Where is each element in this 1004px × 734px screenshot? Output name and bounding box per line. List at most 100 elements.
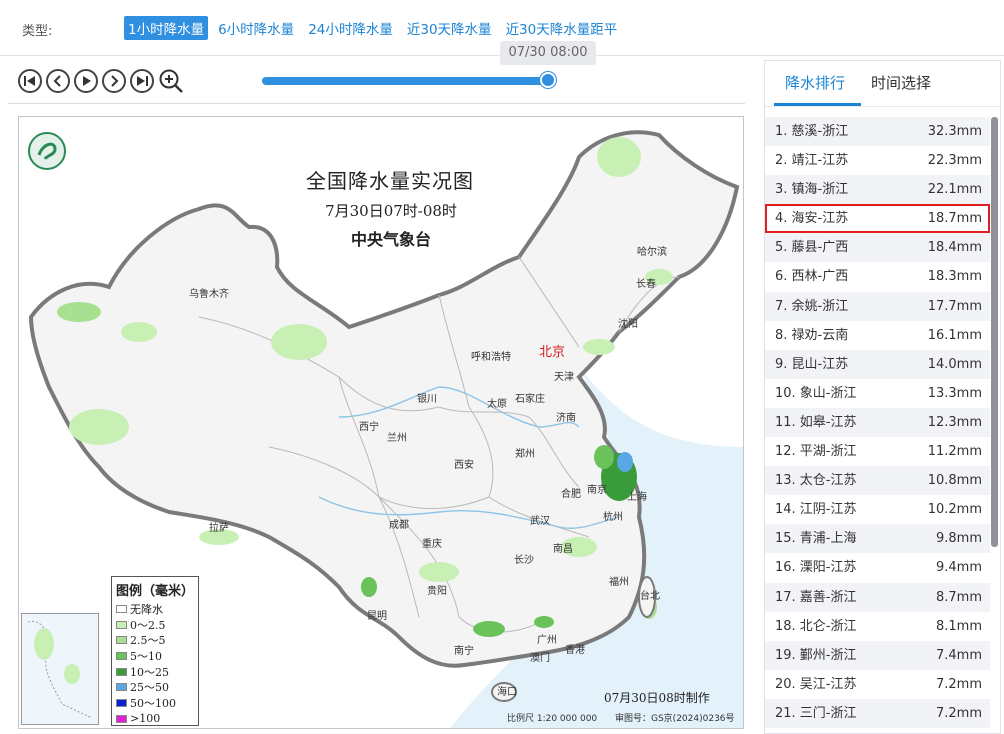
ranking-station: 8. 禄劝-云南 xyxy=(775,327,849,343)
ranking-value: 18.7mm xyxy=(927,211,982,227)
ranking-value: 17.7mm xyxy=(927,298,982,314)
legend-swatch xyxy=(116,651,127,660)
legend-swatch xyxy=(116,667,127,676)
ranking-value: 22.1mm xyxy=(927,182,982,198)
south-china-sea-inset xyxy=(21,613,99,725)
map-scale: 比例尺 1:20 000 000 xyxy=(507,714,598,724)
skip-last-icon xyxy=(137,76,148,86)
ranking-row[interactable]: 6. 西林-广西 18.3mm xyxy=(765,262,990,291)
precipitation-map[interactable]: 全国降水量实况图 7月30日07时-08时 中央气象台 北京 乌鲁木齐 哈尔滨 长春… xyxy=(18,116,744,729)
ranking-value: 7.4mm xyxy=(935,647,982,663)
time-slider-track[interactable] xyxy=(262,77,554,85)
ranking-value: 12.3mm xyxy=(927,414,982,430)
ranking-station: 1. 慈溪-浙江 xyxy=(775,124,849,139)
ranking-station: 11. 如皋-江苏 xyxy=(775,414,857,430)
city-label-capital: 北京 xyxy=(539,345,566,360)
type-tab-2[interactable]: 24小时降水量 xyxy=(304,16,397,40)
city-label: 台北 xyxy=(640,591,660,602)
legend-label: 10～25 xyxy=(130,665,169,679)
ranking-value: 18.3mm xyxy=(927,269,982,285)
city-label: 石家庄 xyxy=(515,394,545,405)
legend-swatch xyxy=(116,636,127,645)
type-label: 类型: xyxy=(22,24,53,39)
first-frame-button[interactable] xyxy=(18,69,42,93)
ranking-row[interactable]: 13. 太仓-江苏 10.8mm xyxy=(765,466,990,496)
ranking-row[interactable]: 5. 藤县-广西 18.4mm xyxy=(765,233,990,263)
chevron-right-icon xyxy=(111,75,119,87)
city-label: 南宁 xyxy=(454,646,474,657)
ranking-row[interactable]: 15. 青浦-上海 9.8mm xyxy=(765,524,990,554)
ranking-station: 15. 青浦-上海 xyxy=(775,531,857,547)
legend-label: 2.5～5 xyxy=(130,634,166,648)
ranking-row[interactable]: 10. 象山-浙江 13.3mm xyxy=(765,379,990,408)
chevron-left-icon xyxy=(53,75,61,87)
type-tab-1[interactable]: 6小时降水量 xyxy=(214,16,298,40)
zoom-in-button[interactable] xyxy=(158,68,184,94)
legend-item: 10～25 xyxy=(116,664,194,680)
tab-rainfall-ranking[interactable]: 降水排行 xyxy=(785,72,845,93)
previous-button[interactable] xyxy=(46,69,70,93)
ranking-row[interactable]: 18. 北仑-浙江 8.1mm xyxy=(765,612,990,641)
city-label: 香港 xyxy=(565,645,585,656)
ranking-station: 12. 平湖-浙江 xyxy=(775,444,857,460)
legend-label: 25～50 xyxy=(130,681,169,695)
ranking-row[interactable]: 4. 海安-江苏 18.7mm xyxy=(765,204,990,234)
map-legend: 图例（毫米） 无降水 0～2.5 2.5～5 5～10 10～25 25～50 50～100… xyxy=(111,576,199,726)
ranking-station: 19. 鄞州-浙江 xyxy=(775,647,857,663)
ranking-value: 32.3mm xyxy=(927,124,982,139)
play-button[interactable] xyxy=(74,69,98,93)
legend-item: 无降水 xyxy=(116,601,194,617)
city-label: 呼和浩特 xyxy=(471,352,511,363)
review-number: 审图号：GS京(2024)0236号 xyxy=(615,714,735,724)
last-frame-button[interactable] xyxy=(130,69,154,93)
ranking-station: 13. 太仓-江苏 xyxy=(775,473,857,489)
ranking-row[interactable]: 16. 溧阳-江苏 9.4mm xyxy=(765,553,990,582)
ranking-row[interactable]: 9. 昆山-江苏 14.0mm xyxy=(765,349,990,379)
city-label: 长春 xyxy=(636,279,656,290)
legend-swatch xyxy=(116,714,127,723)
ranking-station: 4. 海安-江苏 xyxy=(775,211,849,227)
ranking-row[interactable]: 12. 平湖-浙江 11.2mm xyxy=(765,437,990,466)
city-label: 沈阳 xyxy=(618,319,638,330)
ranking-station: 18. 北仑-浙江 xyxy=(775,618,857,634)
city-label: 重庆 xyxy=(422,539,442,550)
city-label: 济南 xyxy=(556,413,576,424)
ranking-station: 3. 镇海-浙江 xyxy=(775,182,849,198)
city-label: 拉萨 xyxy=(209,523,229,534)
ranking-station: 7. 余姚-浙江 xyxy=(775,298,849,314)
ranking-row[interactable]: 2. 靖江-江苏 22.3mm xyxy=(765,146,990,175)
legend-swatch xyxy=(116,683,127,692)
legend-swatch xyxy=(116,620,127,629)
type-tab-0[interactable]: 1小时降水量 xyxy=(124,16,209,40)
ranking-station: 17. 嘉善-浙江 xyxy=(775,589,857,605)
legend-swatch xyxy=(116,604,127,613)
ranking-row[interactable]: 17. 嘉善-浙江 8.7mm xyxy=(765,582,990,612)
ranking-value: 9.4mm xyxy=(935,560,982,576)
city-label: 南昌 xyxy=(553,544,573,555)
ranking-row[interactable]: 7. 余姚-浙江 17.7mm xyxy=(765,291,990,321)
time-slider-handle[interactable] xyxy=(540,72,556,88)
tab-time-select[interactable]: 时间选择 xyxy=(871,72,931,93)
city-label: 兰州 xyxy=(387,433,407,444)
type-tab-4[interactable]: 近30天降水量距平 xyxy=(502,16,622,40)
ranking-row[interactable]: 20. 吴江-江苏 7.2mm xyxy=(765,670,990,699)
ranking-row[interactable]: 11. 如皋-江苏 12.3mm xyxy=(765,407,990,438)
city-label: 昆明 xyxy=(367,611,387,622)
ranking-value: 10.8mm xyxy=(927,473,982,489)
ranking-row[interactable]: 1. 慈溪-浙江 32.3mm xyxy=(765,117,990,147)
city-label: 长沙 xyxy=(514,555,534,566)
ranking-row[interactable]: 8. 禄劝-云南 16.1mm xyxy=(765,321,990,350)
ranking-row[interactable]: 3. 镇海-浙江 22.1mm xyxy=(765,175,990,205)
ranking-station: 9. 昆山-江苏 xyxy=(775,356,849,372)
ranking-scrollbar[interactable] xyxy=(991,117,998,547)
ranking-station: 2. 靖江-江苏 xyxy=(775,153,849,169)
city-label: 海口 xyxy=(497,687,517,698)
ranking-station: 20. 吴江-江苏 xyxy=(775,676,857,692)
ranking-row[interactable]: 21. 三门-浙江 7.2mm xyxy=(765,698,990,728)
ranking-row[interactable]: 14. 江阴-江苏 10.2mm xyxy=(765,495,990,524)
type-tab-3[interactable]: 近30天降水量 xyxy=(403,16,496,40)
ranking-row[interactable]: 19. 鄞州-浙江 7.4mm xyxy=(765,640,990,670)
ranking-station: 16. 溧阳-江苏 xyxy=(775,560,857,576)
next-button[interactable] xyxy=(102,69,126,93)
app-root: 类型: 1小时降水量 6小时降水量 24小时降水量 近30天降水量 近30天降水量距平 … xyxy=(0,0,1004,734)
